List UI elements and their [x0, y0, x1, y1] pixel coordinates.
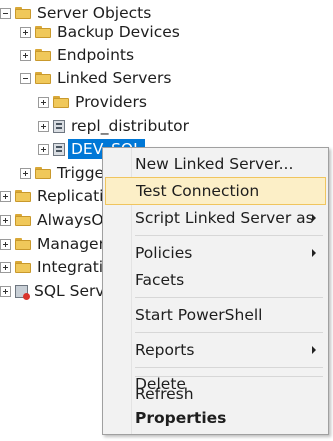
tree-node-label: Endpoints: [57, 46, 135, 64]
folder-icon: [35, 72, 51, 84]
menu-item-properties[interactable]: Properties: [105, 404, 326, 432]
collapse-icon[interactable]: [20, 72, 31, 84]
folder-icon: [35, 26, 51, 38]
collapse-icon[interactable]: [0, 7, 11, 19]
menu-item-test-connection[interactable]: Test Connection: [105, 177, 326, 205]
tree-node-label: Linked Servers: [57, 69, 172, 87]
menu-item-label: Refresh: [135, 385, 194, 403]
folder-icon: [35, 49, 51, 61]
expand-icon[interactable]: [0, 214, 11, 226]
folder-icon: [15, 190, 31, 202]
menu-item-label: Properties: [135, 409, 227, 427]
menu-item-label: Reports: [135, 341, 195, 359]
menu-item-label: Script Linked Server as: [135, 209, 314, 227]
sql-agent-icon: [15, 284, 30, 300]
context-menu: New Linked Server... Test Connection Scr…: [102, 147, 329, 435]
submenu-arrow-icon: [312, 249, 316, 257]
expand-icon[interactable]: [38, 143, 49, 155]
folder-icon: [15, 7, 31, 19]
tree-node-endpoints[interactable]: Endpoints: [20, 43, 134, 67]
expand-icon[interactable]: [38, 120, 49, 132]
tree-node-label: repl_distributor: [71, 117, 190, 135]
folder-icon: [35, 167, 51, 179]
menu-separator: [135, 297, 323, 298]
expand-icon[interactable]: [0, 285, 11, 297]
menu-item-label: Policies: [135, 244, 193, 262]
tree-node-label: Backup Devices: [57, 23, 180, 41]
menu-item-script-linked-server-as[interactable]: Script Linked Server as: [105, 204, 326, 232]
tree-node-backup-devices[interactable]: Backup Devices: [20, 20, 180, 44]
folder-icon: [15, 214, 31, 226]
menu-item-policies[interactable]: Policies: [105, 239, 326, 267]
expand-icon[interactable]: [0, 190, 11, 202]
linked-server-icon: [53, 142, 65, 156]
menu-item-label: Facets: [135, 271, 185, 289]
tree-node-providers[interactable]: Providers: [38, 90, 147, 114]
folder-icon: [15, 238, 31, 250]
expand-icon[interactable]: [20, 26, 31, 38]
expand-icon[interactable]: [0, 238, 11, 250]
submenu-arrow-icon: [312, 214, 316, 222]
expand-icon[interactable]: [20, 167, 31, 179]
menu-separator: [135, 332, 323, 333]
menu-item-label: New Linked Server...: [135, 155, 294, 173]
folder-icon: [53, 96, 69, 108]
menu-item-start-powershell[interactable]: Start PowerShell: [105, 301, 326, 329]
tree-node-linked-servers[interactable]: Linked Servers: [20, 66, 171, 90]
menu-item-reports[interactable]: Reports: [105, 336, 326, 364]
menu-item-new-linked-server[interactable]: New Linked Server...: [105, 150, 326, 178]
expand-icon[interactable]: [20, 49, 31, 61]
linked-server-icon: [53, 119, 65, 133]
menu-separator: [135, 235, 323, 236]
folder-icon: [15, 261, 31, 273]
expand-icon[interactable]: [0, 261, 11, 273]
expand-icon[interactable]: [38, 96, 49, 108]
submenu-arrow-icon: [312, 346, 316, 354]
menu-item-label: Test Connection: [136, 182, 260, 200]
menu-separator: [135, 376, 323, 377]
tree-node-repl-distributor[interactable]: repl_distributor: [38, 114, 189, 138]
menu-item-facets[interactable]: Facets: [105, 266, 326, 294]
menu-separator: [135, 367, 323, 368]
tree-node-label: Providers: [75, 93, 147, 111]
menu-item-label: Start PowerShell: [135, 306, 263, 324]
